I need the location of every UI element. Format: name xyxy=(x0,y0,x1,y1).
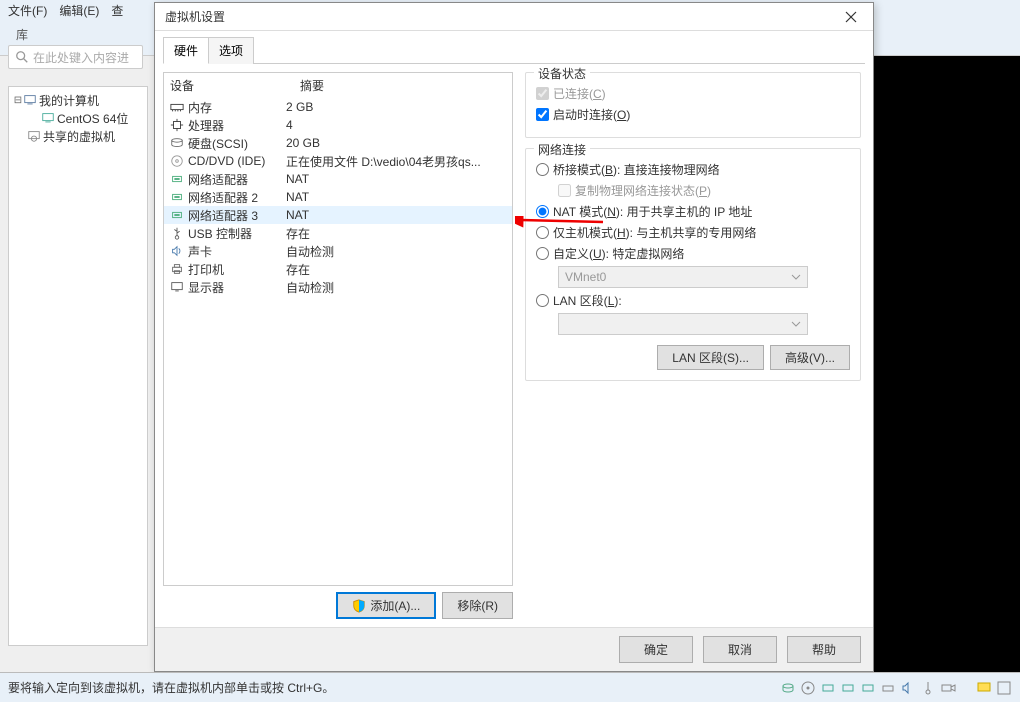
hw-memory[interactable]: 内存 2 GB xyxy=(164,98,512,116)
net-connection-title: 网络连接 xyxy=(534,141,590,158)
hardware-list[interactable]: 内存 2 GB 处理器 4 硬盘(SCSI) 20 GB CD/DVD (IDE… xyxy=(164,98,512,585)
memory-icon xyxy=(170,100,184,114)
computer-icon xyxy=(23,93,37,107)
help-button[interactable]: 帮助 xyxy=(787,636,861,663)
camera-status-icon[interactable] xyxy=(940,680,956,696)
radio-hostonly[interactable]: 仅主机模式(H): 与主机共享的专用网络 xyxy=(536,224,850,241)
lan-segment-select xyxy=(558,313,808,335)
network-icon xyxy=(170,190,184,204)
hw-hdd[interactable]: 硬盘(SCSI) 20 GB xyxy=(164,134,512,152)
hw-net3[interactable]: 网络适配器 3 NAT xyxy=(164,206,512,224)
ok-button[interactable]: 确定 xyxy=(619,636,693,663)
shield-icon xyxy=(352,599,366,613)
remove-hardware-button[interactable]: 移除(R) xyxy=(442,592,513,619)
net-status-icon[interactable] xyxy=(820,680,836,696)
hw-printer[interactable]: 打印机 存在 xyxy=(164,260,512,278)
custom-vmnet-select: VMnet0 xyxy=(558,266,808,288)
cd-status-icon[interactable] xyxy=(800,680,816,696)
net-status-icon[interactable] xyxy=(860,680,876,696)
fullscreen-status-icon[interactable] xyxy=(996,680,1012,696)
device-detail-panel: 设备状态 已连接(C) 启动时连接(O) 网络连接 桥接模式(B): 直接连接物… xyxy=(521,72,865,619)
tab-options[interactable]: 选项 xyxy=(208,37,254,64)
network-icon xyxy=(170,172,184,186)
checkbox-connect-at-poweron[interactable]: 启动时连接(O) xyxy=(536,106,850,123)
tab-hardware[interactable]: 硬件 xyxy=(163,37,209,64)
hw-display[interactable]: 显示器 自动检测 xyxy=(164,278,512,296)
vm-settings-dialog: 虚拟机设置 硬件 选项 设备 摘要 内存 2 GB 处理器 xyxy=(154,2,874,672)
menu-file[interactable]: 文件(F) xyxy=(8,2,47,19)
search-input[interactable]: 在此处键入内容进 xyxy=(8,45,143,69)
net-status-icon[interactable] xyxy=(840,680,856,696)
hw-usb[interactable]: USB 控制器 存在 xyxy=(164,224,512,242)
search-icon xyxy=(15,50,29,64)
radio-nat[interactable]: NAT 模式(N): 用于共享主机的 IP 地址 xyxy=(536,203,850,220)
hw-cpu[interactable]: 处理器 4 xyxy=(164,116,512,134)
radio-lan-segment[interactable]: LAN 区段(L): xyxy=(536,292,850,309)
cancel-button[interactable]: 取消 xyxy=(703,636,777,663)
hardware-list-header: 设备 摘要 xyxy=(164,73,512,98)
vm-icon xyxy=(41,111,55,125)
message-status-icon[interactable] xyxy=(976,680,992,696)
chevron-down-icon xyxy=(791,272,801,282)
hw-sound[interactable]: 声卡 自动检测 xyxy=(164,242,512,260)
device-status-title: 设备状态 xyxy=(534,65,590,82)
dialog-tabs: 硬件 选项 xyxy=(155,31,873,64)
network-connection-group: 网络连接 桥接模式(B): 直接连接物理网络 复制物理网络连接状态(P) NAT… xyxy=(525,148,861,381)
usb-icon xyxy=(170,226,184,240)
menu-view[interactable]: 查 xyxy=(111,2,123,19)
hdd-status-icon[interactable] xyxy=(780,680,796,696)
sound-icon xyxy=(170,244,184,258)
printer-icon xyxy=(170,262,184,276)
dialog-title: 虚拟机设置 xyxy=(165,8,835,25)
close-icon xyxy=(845,11,857,23)
add-hardware-button[interactable]: 添加(A)... xyxy=(336,592,436,619)
tree-shared-vms[interactable]: 共享的虚拟机 xyxy=(11,127,145,145)
cpu-icon xyxy=(170,118,184,132)
usb-status-icon[interactable] xyxy=(920,680,936,696)
dialog-titlebar: 虚拟机设置 xyxy=(155,3,873,31)
cd-icon xyxy=(170,154,184,168)
checkbox-connected: 已连接(C) xyxy=(536,85,850,102)
hdd-icon xyxy=(170,136,184,150)
status-text: 要将输入定向到该虚拟机，请在虚拟机内部单击或按 Ctrl+G。 xyxy=(8,679,334,696)
tree-root[interactable]: ⊟ 我的计算机 xyxy=(11,91,145,109)
display-icon xyxy=(170,280,184,294)
sound-status-icon[interactable] xyxy=(900,680,916,696)
hardware-list-panel: 设备 摘要 内存 2 GB 处理器 4 硬盘(SCSI) 20 GB xyxy=(163,72,513,586)
header-device: 设备 xyxy=(170,77,300,94)
printer-status-icon[interactable] xyxy=(880,680,896,696)
shared-icon xyxy=(27,129,41,143)
radio-custom[interactable]: 自定义(U): 特定虚拟网络 xyxy=(536,245,850,262)
chevron-down-icon xyxy=(791,319,801,329)
library-label: 库 xyxy=(16,28,28,42)
tree-vm-centos[interactable]: CentOS 64位 xyxy=(11,109,145,127)
advanced-button[interactable]: 高级(V)... xyxy=(770,345,850,370)
menu-edit[interactable]: 编辑(E) xyxy=(59,2,99,19)
radio-bridged[interactable]: 桥接模式(B): 直接连接物理网络 xyxy=(536,161,850,178)
status-icons xyxy=(780,680,1012,696)
tree-collapse-icon[interactable]: ⊟ xyxy=(13,95,23,106)
close-button[interactable] xyxy=(835,6,867,28)
checkbox-replicate-physical: 复制物理网络连接状态(P) xyxy=(558,182,850,199)
status-bar: 要将输入定向到该虚拟机，请在虚拟机内部单击或按 Ctrl+G。 xyxy=(0,672,1020,702)
device-status-group: 设备状态 已连接(C) 启动时连接(O) xyxy=(525,72,861,138)
header-summary: 摘要 xyxy=(300,77,324,94)
search-placeholder: 在此处键入内容进 xyxy=(33,49,129,66)
hw-cddvd[interactable]: CD/DVD (IDE) 正在使用文件 D:\vedio\04老男孩qs... xyxy=(164,152,512,170)
network-icon xyxy=(170,208,184,222)
hw-net2[interactable]: 网络适配器 2 NAT xyxy=(164,188,512,206)
dialog-footer: 确定 取消 帮助 xyxy=(155,627,873,671)
lan-segments-button[interactable]: LAN 区段(S)... xyxy=(657,345,764,370)
hw-net1[interactable]: 网络适配器 NAT xyxy=(164,170,512,188)
library-tree: ⊟ 我的计算机 CentOS 64位 共享的虚拟机 xyxy=(8,86,148,646)
